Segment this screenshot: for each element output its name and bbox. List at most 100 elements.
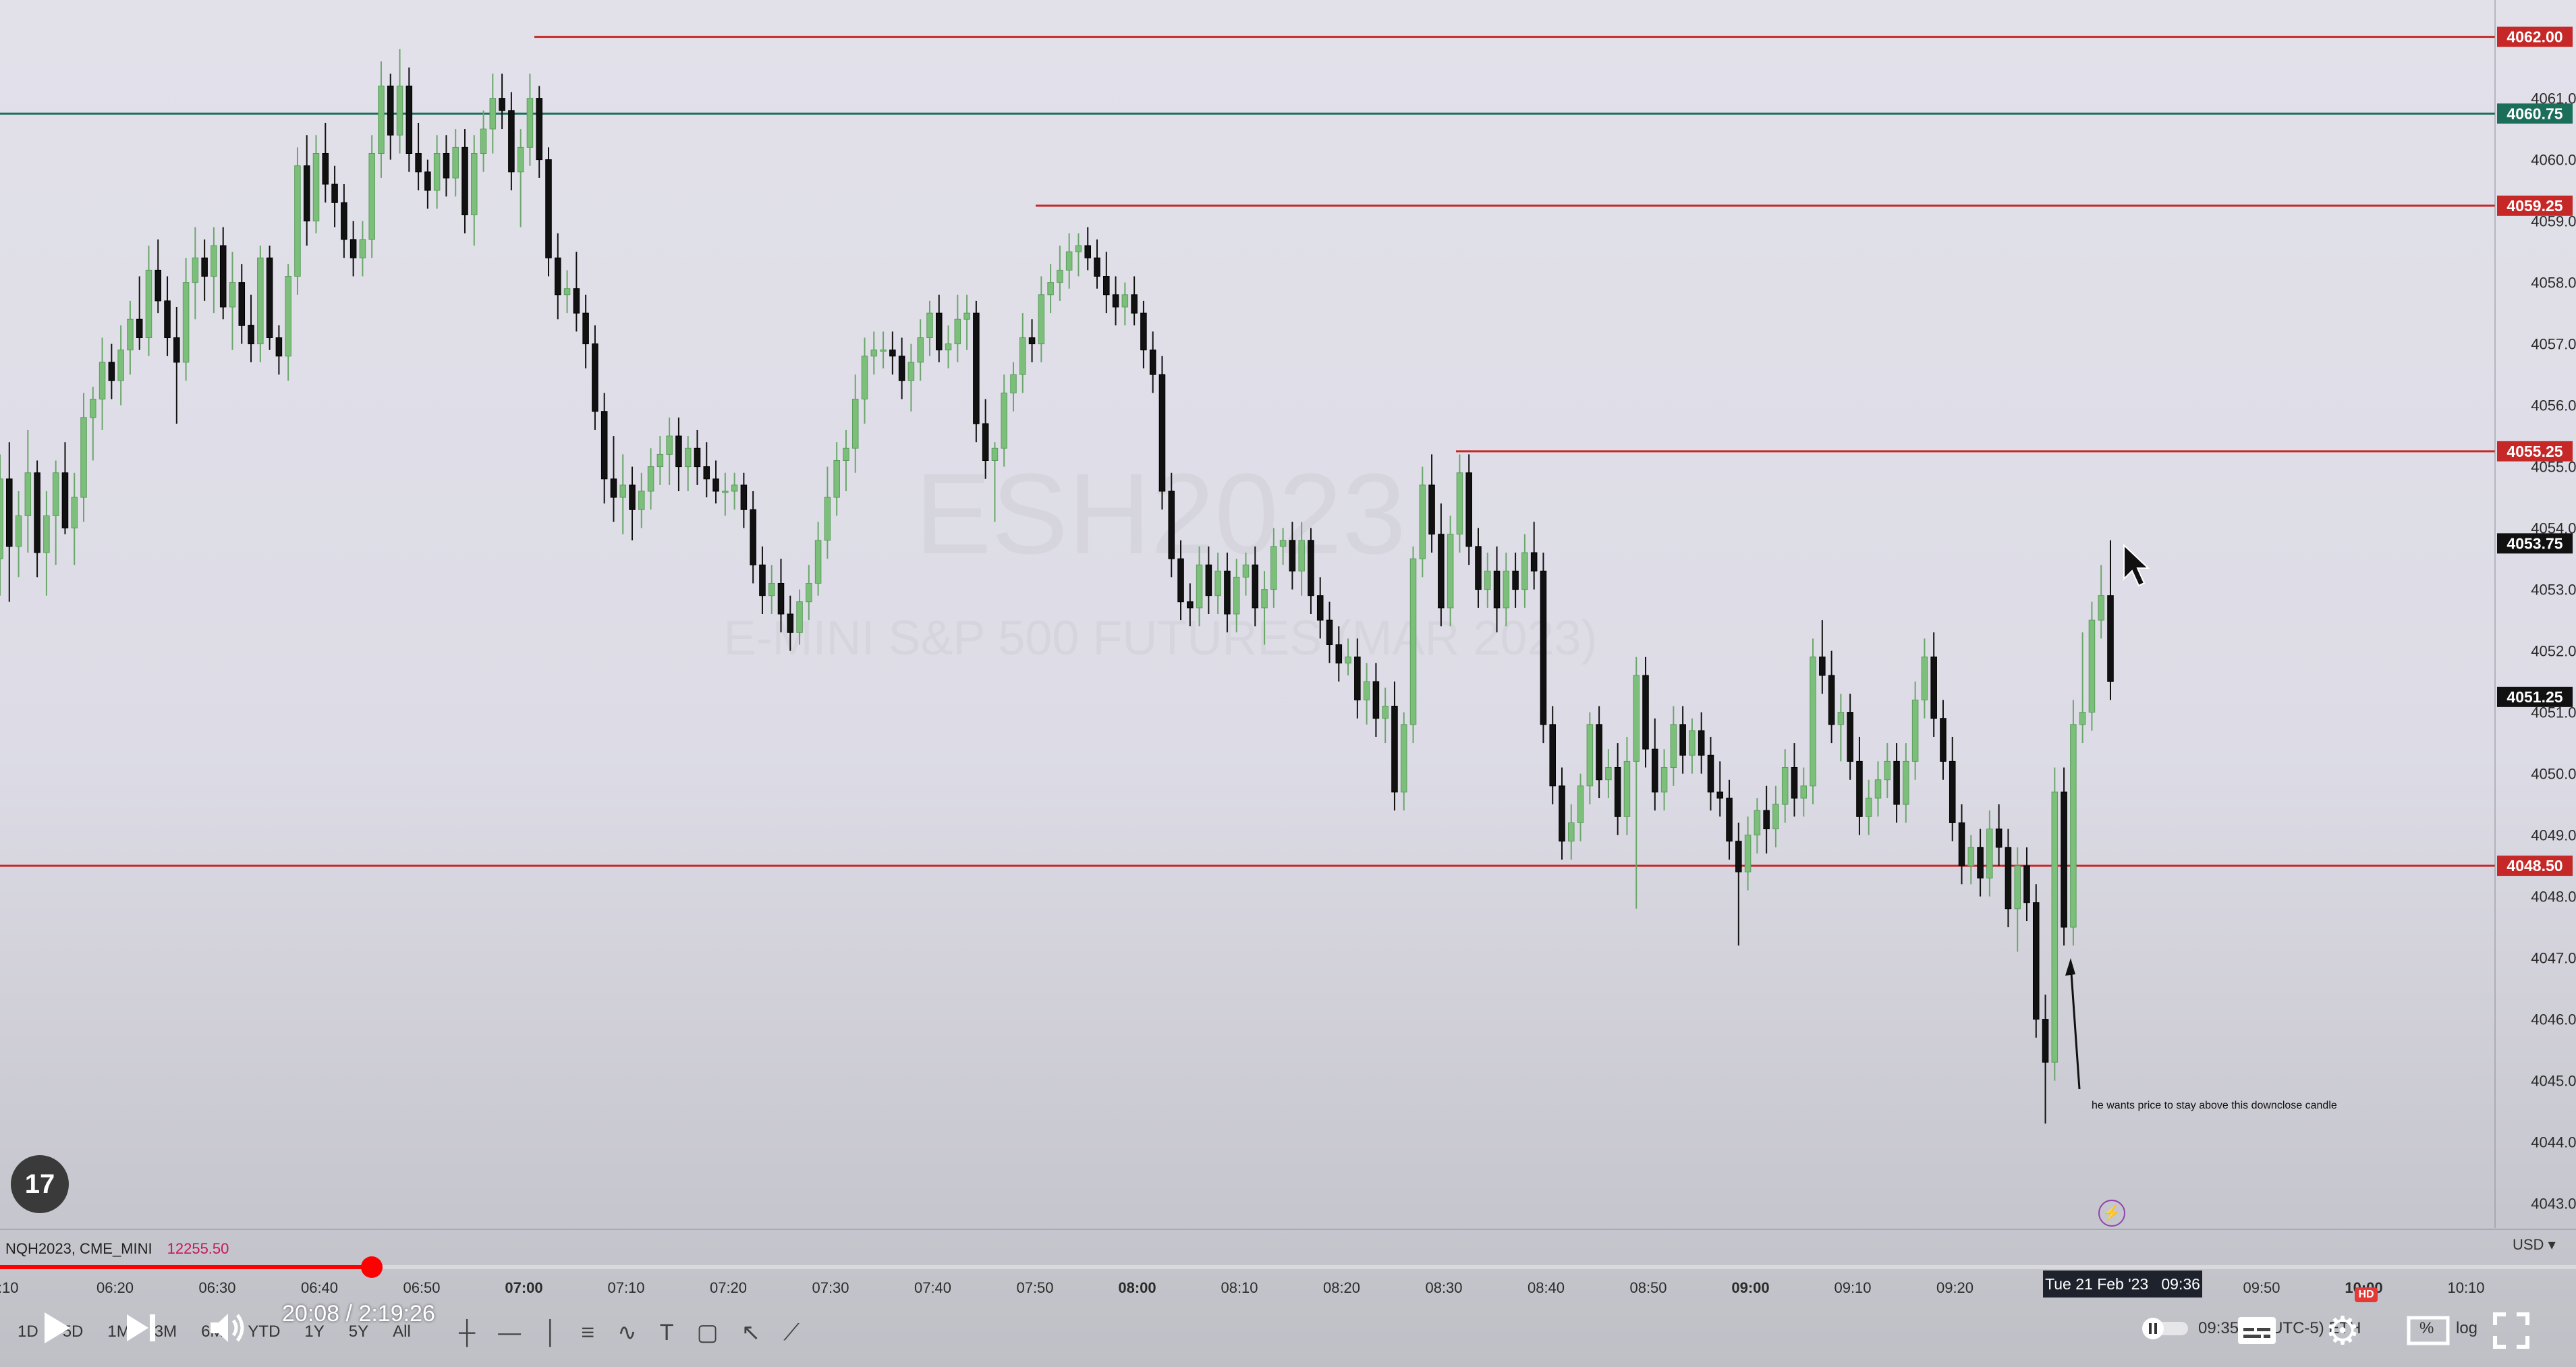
candle-body <box>1977 847 1984 878</box>
price-tick-label: 4049.00 <box>2531 827 2576 844</box>
pause-toggle-icon <box>2142 1318 2188 1339</box>
candle-body <box>750 509 756 565</box>
candle <box>1698 712 1705 774</box>
candle <box>99 337 106 430</box>
play-button[interactable] <box>36 1308 77 1348</box>
candle-body <box>2032 902 2040 1020</box>
current-time: 20:08 <box>282 1301 340 1327</box>
candle <box>359 221 366 277</box>
candle <box>294 147 301 295</box>
candle <box>192 227 199 320</box>
candle-body <box>759 564 766 596</box>
price-level-value: 4059.25 <box>2507 197 2563 215</box>
candle <box>1409 546 1417 744</box>
candle-body <box>1047 282 1054 296</box>
settings-button[interactable]: ⚙ <box>2321 1309 2364 1353</box>
autoplay-toggle[interactable] <box>2132 1312 2193 1345</box>
candle <box>1475 528 1482 608</box>
candle-body <box>851 399 859 449</box>
candle <box>285 264 291 381</box>
candles <box>0 49 2114 1124</box>
lightning-icon[interactable]: ⚡ <box>2098 1200 2125 1227</box>
candle <box>1400 712 1407 811</box>
candle-body <box>1633 675 1640 762</box>
candle-body <box>1382 706 1389 719</box>
candle <box>750 491 756 584</box>
candle <box>1893 743 1900 823</box>
theater-mode-button[interactable] <box>2405 1312 2452 1349</box>
candle <box>1763 785 1770 854</box>
price-chart[interactable]: ESH2023 E-MINI S&P 500 FUTURES (MAR 2023… <box>0 0 2576 1367</box>
subtitles-button[interactable] <box>2233 1312 2280 1349</box>
candle-body <box>2014 865 2021 910</box>
candle-body <box>563 288 571 296</box>
candle-body <box>2070 724 2077 928</box>
candle-body <box>1038 294 1045 345</box>
tradingview-logo-icon[interactable]: 17 <box>11 1155 69 1213</box>
price-axis[interactable]: 4043.00 4044.00 4045.00 4046.00 4047.00 4048.… <box>2531 90 2576 1212</box>
candle-body <box>1289 540 1296 571</box>
fullscreen-button[interactable] <box>2490 1309 2533 1352</box>
price-tick-label: 4048.00 <box>2531 889 2576 905</box>
candle <box>1911 681 1919 780</box>
candle <box>1019 313 1026 393</box>
candle <box>1075 233 1082 277</box>
candle <box>824 466 831 559</box>
candle-body <box>926 312 933 339</box>
candle-body <box>1131 294 1138 314</box>
candle <box>833 442 840 516</box>
candle-body <box>629 484 636 510</box>
candle <box>71 472 78 565</box>
compare-symbol-legend[interactable]: NQH2023, CME_MINI 12255.50 <box>5 1240 229 1258</box>
price-tick-label: 4046.00 <box>2531 1011 2576 1028</box>
candle <box>0 454 3 596</box>
volume-button[interactable] <box>206 1308 250 1348</box>
candle <box>275 325 283 375</box>
candle <box>1633 657 1640 909</box>
price-tick-label: 4043.00 <box>2531 1196 2576 1212</box>
candle <box>1856 737 1863 835</box>
candle <box>238 264 246 344</box>
candle-body <box>1521 552 1528 590</box>
candle-body <box>443 153 450 179</box>
candle <box>731 472 738 510</box>
candle <box>917 319 924 381</box>
candle-body <box>1419 484 1426 559</box>
currency-selector[interactable]: USD ▾ <box>2513 1236 2556 1254</box>
candle-body <box>870 350 878 357</box>
video-scrubber-handle[interactable] <box>360 1256 383 1278</box>
candle-body <box>1261 589 1268 609</box>
next-button[interactable] <box>121 1308 162 1348</box>
time-tick-label: 07:30 <box>812 1279 849 1296</box>
candle-body <box>1614 767 1621 817</box>
candle <box>647 448 654 510</box>
candle <box>545 147 552 277</box>
annotation-arrow[interactable] <box>2065 958 2081 1090</box>
candle-body <box>145 269 152 338</box>
candle-body <box>24 472 32 516</box>
candle <box>843 430 849 491</box>
candle <box>489 74 497 154</box>
candle-body <box>1921 657 1928 700</box>
candle <box>1530 522 1538 590</box>
candle <box>656 436 664 485</box>
candle-body <box>405 85 413 154</box>
candle <box>2107 540 2114 700</box>
candle-body <box>90 399 96 418</box>
candle-body <box>1707 754 1714 793</box>
candle-body <box>15 515 22 547</box>
candle-body <box>1168 491 1175 559</box>
candle-body <box>1967 847 1975 866</box>
candle-body <box>740 484 748 510</box>
candle-body <box>722 491 729 493</box>
candle <box>43 491 50 596</box>
candle-body <box>1679 724 1686 756</box>
candle <box>954 294 961 362</box>
candle-body <box>982 423 989 462</box>
candle <box>1958 804 1965 885</box>
candle-body <box>1819 657 1826 676</box>
video-progress-track[interactable] <box>0 1265 2576 1269</box>
candle-body <box>1698 730 1705 756</box>
chart-annotation-text[interactable]: he wants price to stay above this downcl… <box>2092 1100 2337 1112</box>
candle-body <box>1781 767 1789 805</box>
